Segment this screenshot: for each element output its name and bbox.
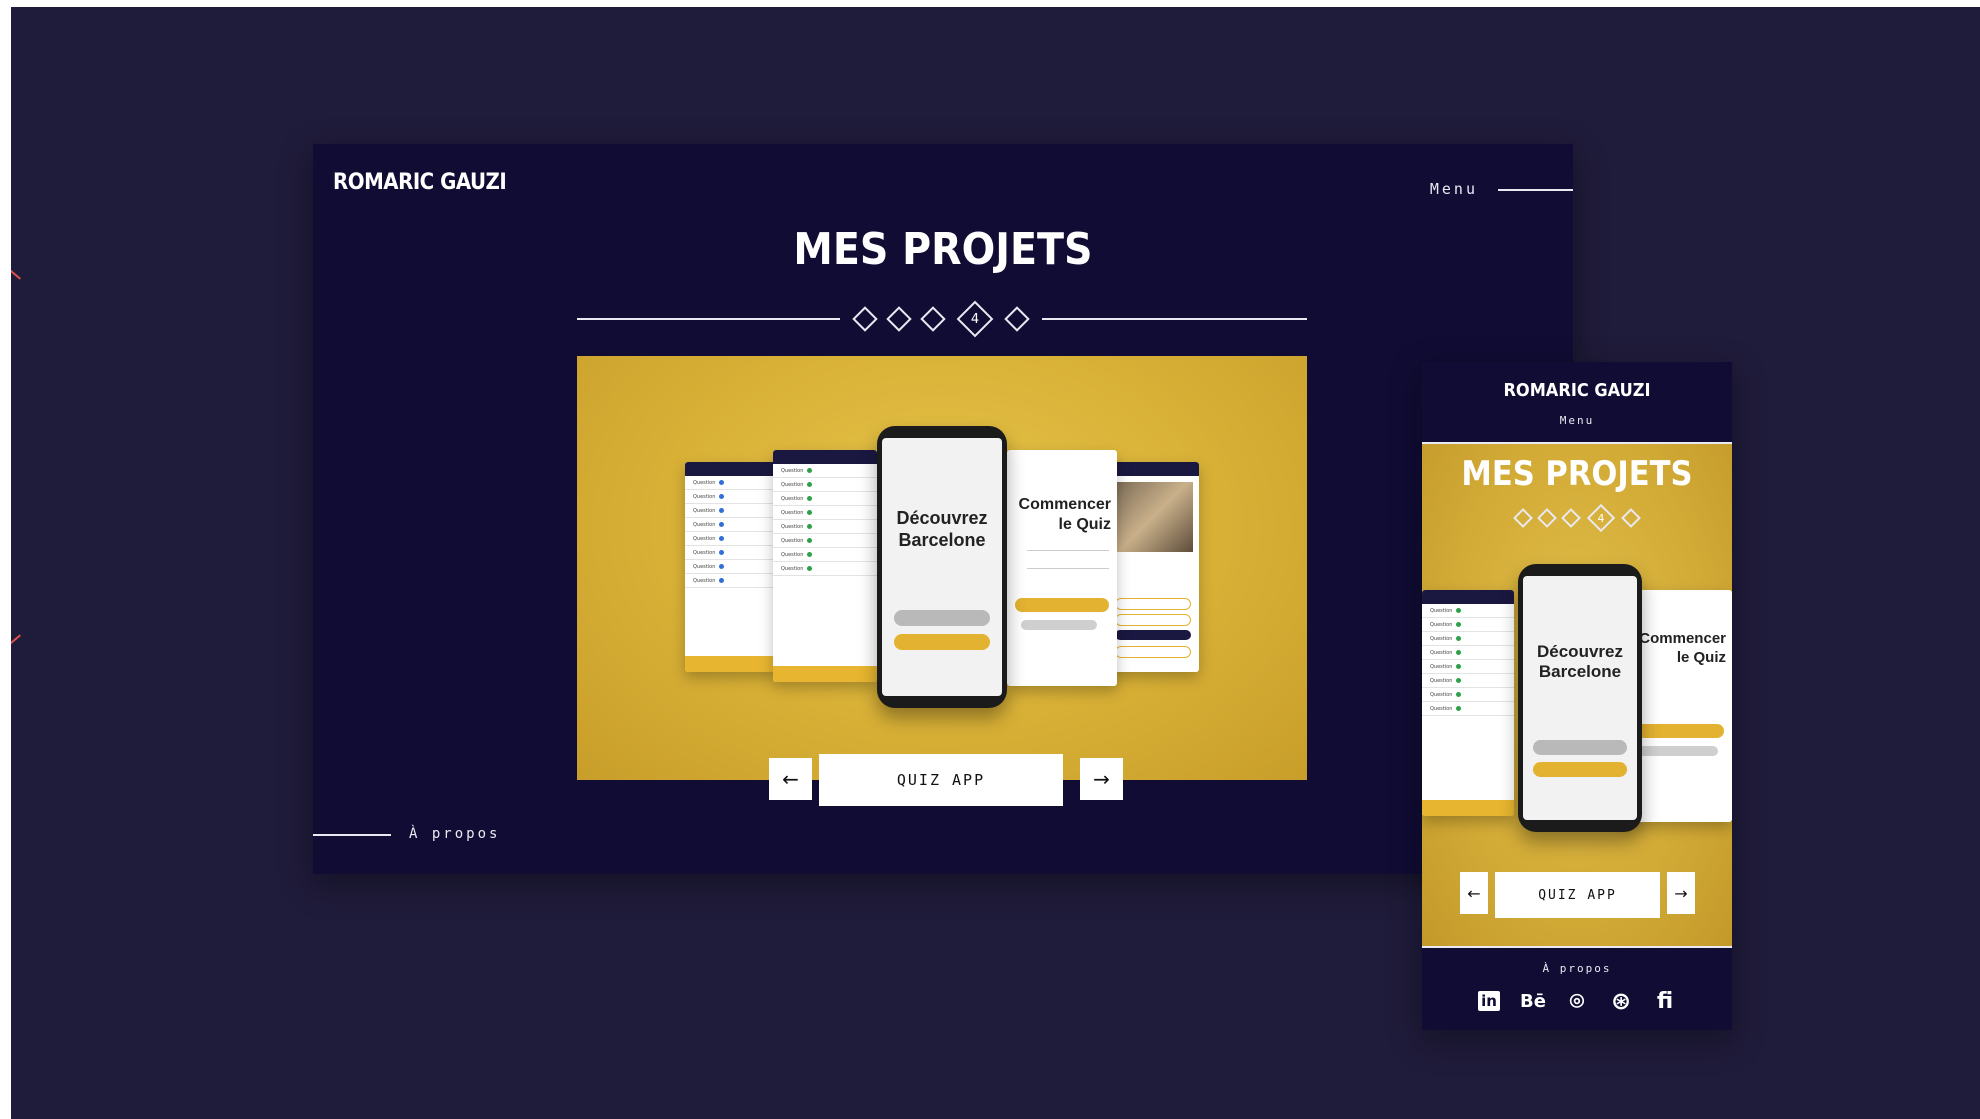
menu-button[interactable]: Menu — [1422, 414, 1732, 427]
pager-dot-active[interactable]: 4 — [956, 300, 994, 338]
mobile-mockup: ROMARIC GAUZI Menu MES PROJETS 4 Questio… — [1422, 362, 1732, 1030]
about-line — [313, 834, 391, 836]
project-pager: 4 — [577, 300, 1307, 338]
app-screen-photo — [1107, 462, 1199, 672]
pager-dot-2[interactable] — [1537, 508, 1557, 528]
app-phone-mockup: Découvrez Barcelone — [877, 426, 1007, 708]
pager-dot-active[interactable]: 4 — [1586, 503, 1616, 533]
pager-active-number: 4 — [970, 311, 980, 327]
phone-heading-line2: Barcelone — [898, 530, 986, 550]
menu-button[interactable]: Menu — [1430, 180, 1478, 198]
fiverr-icon[interactable]: fi — [1652, 988, 1678, 1014]
quiz-heading-line1: Commencer — [1018, 496, 1111, 513]
pager-dot-5[interactable] — [1621, 508, 1641, 528]
brand-logo[interactable]: ROMARIC GAUZI — [333, 170, 507, 195]
about-link[interactable]: À propos — [409, 826, 500, 842]
project-title-button[interactable]: QUIZ APP — [819, 754, 1063, 806]
phone-heading-line2: Barcelone — [1538, 662, 1622, 681]
menu-line — [1498, 189, 1573, 191]
mobile-hero: MES PROJETS 4 Question Question Question Q… — [1422, 442, 1732, 948]
behance-icon[interactable]: Bē — [1520, 988, 1546, 1014]
quiz-heading-line2: le Quiz — [1676, 649, 1726, 666]
photo-thumbnail — [1113, 482, 1193, 552]
dribbble-icon[interactable]: ⊛ — [1608, 987, 1634, 1015]
prev-project-button[interactable]: ← — [1460, 872, 1488, 914]
app-screen-start-quiz: Commencer le Quiz — [1007, 450, 1117, 686]
page-title: MES PROJETS — [1461, 454, 1693, 494]
prev-project-button[interactable]: ← — [769, 758, 812, 800]
decor-line — [11, 634, 21, 649]
pager-dot-3[interactable] — [920, 306, 946, 332]
pager-dot-1[interactable] — [1513, 508, 1533, 528]
desktop-mockup: ROMARIC GAUZI Menu MES PROJETS 4 Questio… — [313, 144, 1573, 874]
brand-logo[interactable]: ROMARIC GAUZI — [1422, 380, 1732, 401]
app-screen-list: Question Question Question Question Questi… — [1422, 590, 1514, 816]
about-link[interactable]: À propos — [1422, 962, 1732, 975]
showcase-background: ROMARIC GAUZI Menu MES PROJETS 4 Questio… — [11, 7, 1980, 1119]
github-icon[interactable]: ⌾ — [1564, 987, 1590, 1015]
app-phone-mockup: Découvrez Barcelone — [1518, 564, 1642, 832]
pager-line-left — [577, 318, 840, 320]
social-links: in Bē ⌾ ⊛ fi — [1422, 987, 1732, 1015]
linkedin-icon[interactable]: in — [1476, 988, 1502, 1014]
quiz-heading-line2: le Quiz — [1058, 516, 1111, 533]
next-project-button[interactable]: → — [1667, 872, 1695, 914]
pager-active-number: 4 — [1597, 511, 1605, 525]
decor-line — [11, 265, 21, 280]
project-title-button[interactable]: QUIZ APP — [1495, 872, 1660, 918]
pager-line-right — [1042, 318, 1307, 320]
next-project-button[interactable]: → — [1080, 758, 1123, 800]
quiz-heading-line1: Commencer — [1639, 630, 1726, 647]
project-preview-image[interactable]: Question Question Question Question Questi… — [577, 356, 1307, 780]
phone-heading-line1: Découvrez — [1537, 642, 1623, 661]
phone-heading-line1: Découvrez — [896, 508, 988, 528]
project-pager: 4 — [1422, 503, 1732, 533]
app-screen-list-2: Question Question Question Question Questi… — [773, 450, 877, 682]
page-title: MES PROJETS — [793, 224, 1093, 275]
pager-dot-5[interactable] — [1004, 306, 1030, 332]
pager-dot-3[interactable] — [1561, 508, 1581, 528]
pager-dot-2[interactable] — [886, 306, 912, 332]
pager-dot-1[interactable] — [852, 306, 878, 332]
app-screen-list: Question Question Question Question Questi… — [685, 462, 777, 672]
